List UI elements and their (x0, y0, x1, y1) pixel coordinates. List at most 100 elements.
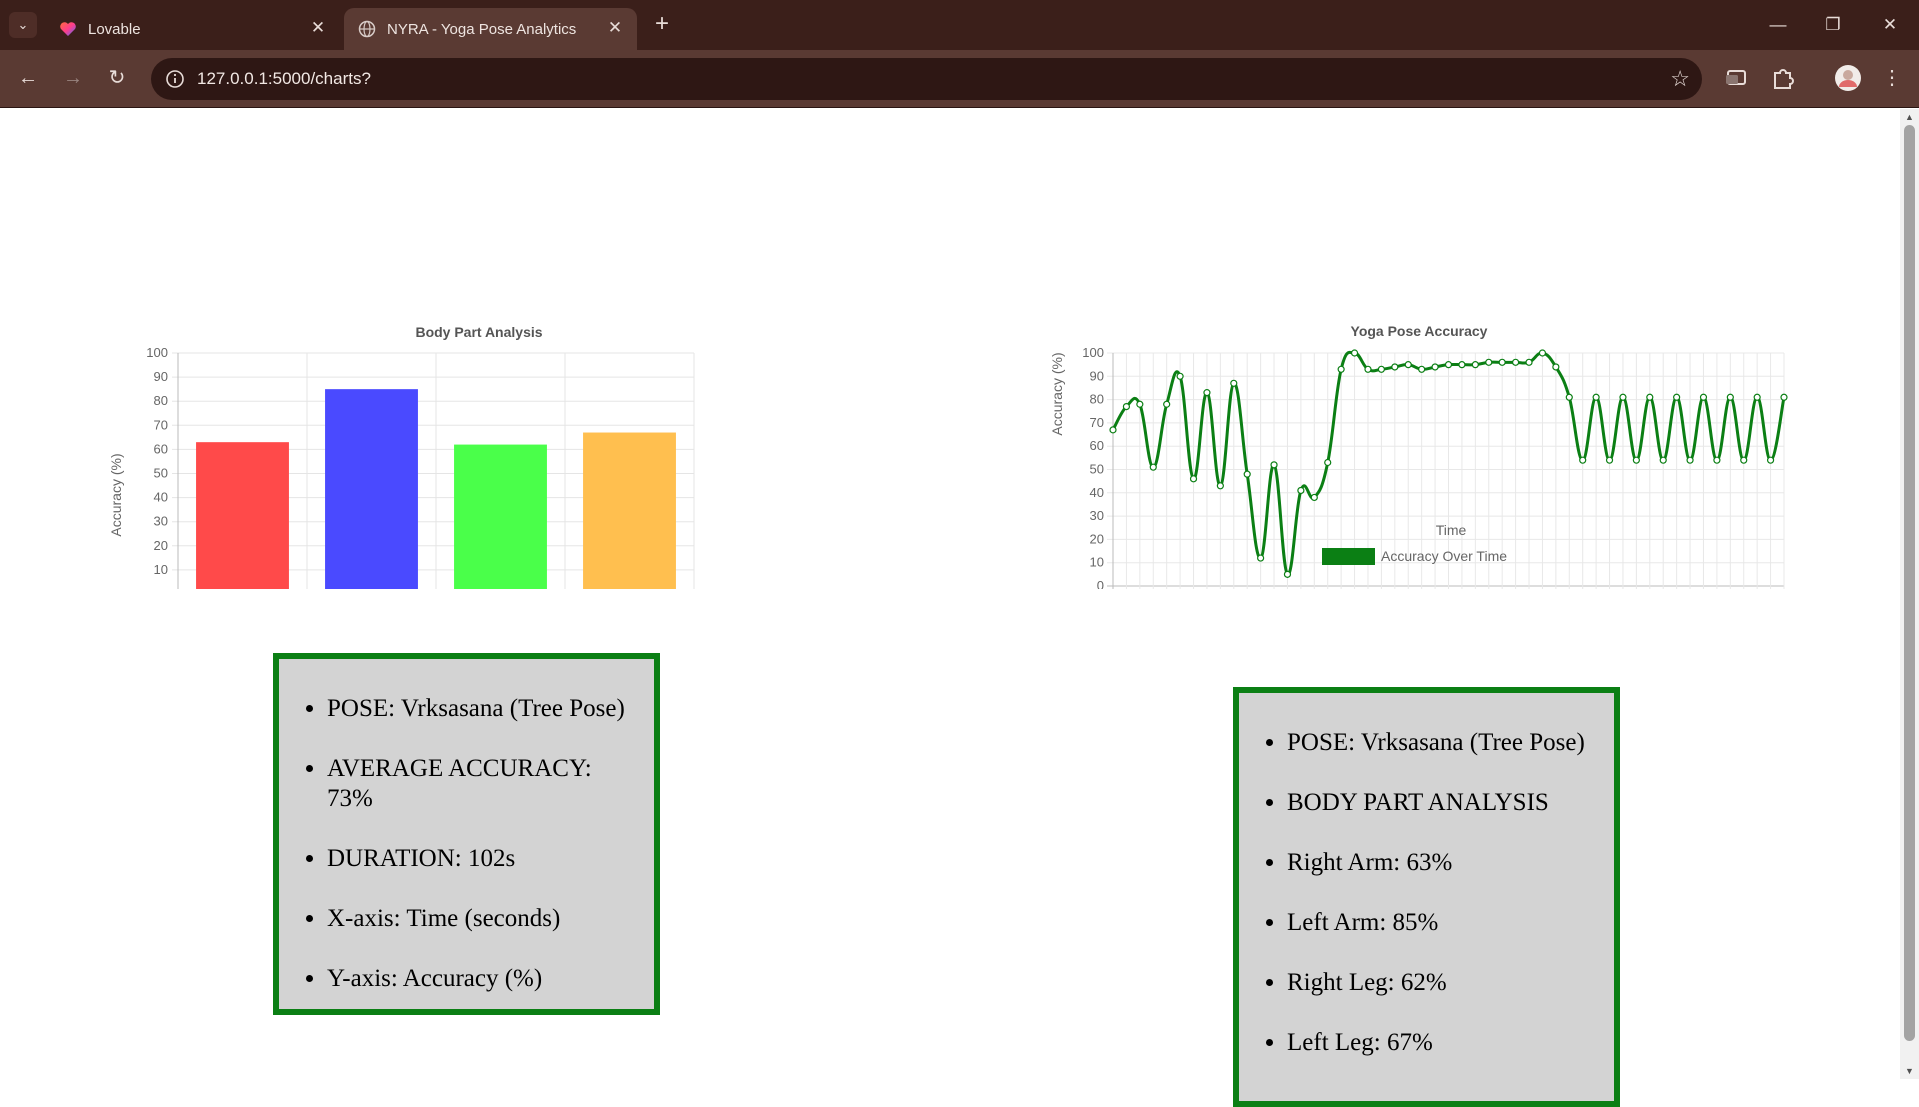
data-point[interactable] (1592, 393, 1600, 401)
legend-label[interactable]: Accuracy Over Time (1381, 548, 1507, 564)
data-point[interactable] (1471, 361, 1479, 369)
x-axis-label: Time (1436, 522, 1467, 538)
data-point[interactable] (1538, 349, 1547, 357)
close-icon[interactable]: ✕ (308, 18, 328, 38)
y-tick-label: 40 (154, 490, 168, 505)
data-point[interactable] (1109, 426, 1117, 434)
data-point[interactable] (1726, 393, 1734, 401)
data-point[interactable] (1189, 475, 1198, 483)
data-point[interactable] (1337, 365, 1345, 373)
data-point[interactable] (1780, 393, 1788, 401)
cast-icon[interactable] (1720, 62, 1752, 94)
data-point[interactable] (1579, 456, 1587, 464)
browser-toolbar: ← → ↻ 127.0.0.1:5000/charts? ☆ ⋮ (0, 50, 1919, 108)
data-point[interactable] (1686, 456, 1694, 464)
data-point[interactable] (1391, 363, 1399, 371)
page-content: Body Part Analysis 0 10 20 30 40 50 60 70 80 90 10… (0, 109, 1900, 1107)
data-point[interactable] (1122, 402, 1131, 411)
data-point[interactable] (1203, 389, 1211, 397)
restore-icon[interactable]: ❐ (1815, 10, 1851, 40)
y-axis-label: Accuracy (%) (1049, 352, 1065, 435)
data-point[interactable] (1673, 393, 1681, 401)
data-point[interactable] (1418, 365, 1426, 373)
chart-title: Yoga Pose Accuracy (1351, 323, 1488, 339)
new-tab-button[interactable]: + (648, 12, 676, 38)
tab-search-button[interactable]: ⌄ (9, 12, 37, 38)
data-point[interactable] (1458, 361, 1466, 369)
data-point[interactable] (1257, 554, 1265, 562)
back-arrow-icon[interactable]: ← (12, 62, 44, 94)
y-tick-label: 60 (154, 441, 168, 456)
menu-kebab-icon[interactable]: ⋮ (1876, 62, 1908, 94)
bar[interactable] (583, 432, 676, 589)
data-point[interactable] (1498, 358, 1506, 366)
data-point[interactable] (1632, 456, 1640, 464)
data-point[interactable] (1699, 393, 1708, 401)
pose-summary-box: POSE: Vrksasana (Tree Pose) AVERAGE ACCUR… (273, 653, 660, 1015)
data-point[interactable] (1766, 456, 1775, 464)
scroll-thumb[interactable] (1904, 125, 1915, 1041)
data-point[interactable] (1364, 365, 1372, 373)
scroll-up-icon[interactable]: ▲ (1904, 112, 1915, 122)
data-point[interactable] (1713, 456, 1721, 464)
tab-lovable[interactable]: Lovable ✕ (45, 8, 340, 50)
body-part-summary-list: POSE: Vrksasana (Tree Pose) BODY PART ANA… (1239, 728, 1614, 1058)
data-point[interactable] (1605, 456, 1614, 464)
extensions-icon[interactable] (1766, 62, 1798, 94)
summary-item: POSE: Vrksasana (Tree Pose) (1287, 728, 1600, 758)
y-tick-label: 90 (1090, 368, 1104, 383)
data-point[interactable] (1230, 379, 1238, 387)
data-point[interactable] (1753, 393, 1761, 401)
data-point[interactable] (1310, 493, 1318, 502)
data-point[interactable] (1619, 393, 1627, 401)
bar[interactable] (196, 442, 289, 589)
bar[interactable] (325, 389, 418, 589)
data-point[interactable] (1163, 400, 1171, 408)
window-close-icon[interactable]: ✕ (1872, 10, 1908, 40)
tab-nyra[interactable]: NYRA - Yoga Pose Analytics ✕ (344, 8, 637, 50)
data-point[interactable] (1350, 349, 1359, 357)
accuracy-line-chart: Yoga Pose Accuracy 0 10 20 30 40 50 60 70 80 90 10… (1049, 323, 1788, 589)
data-point[interactable] (1136, 400, 1144, 408)
data-point[interactable] (1283, 570, 1292, 578)
data-point[interactable] (1324, 458, 1332, 467)
data-point[interactable] (1525, 358, 1533, 366)
y-axis-ticks: 0 10 20 30 40 50 60 70 80 90 100 (146, 345, 168, 589)
data-point[interactable] (1444, 361, 1453, 369)
y-tick-label: 30 (154, 514, 168, 529)
data-point[interactable] (1646, 393, 1654, 401)
avatar[interactable] (1832, 62, 1864, 94)
y-tick-label: 80 (1090, 392, 1104, 407)
site-info-icon[interactable] (165, 69, 185, 89)
data-point[interactable] (1270, 461, 1278, 469)
data-point[interactable] (1552, 363, 1560, 371)
data-point[interactable] (1740, 456, 1748, 464)
data-point[interactable] (1216, 482, 1224, 490)
reload-icon[interactable]: ↻ (101, 62, 133, 94)
data-point[interactable] (1512, 358, 1520, 366)
scroll-down-icon[interactable]: ▼ (1904, 1066, 1915, 1076)
close-icon[interactable]: ✕ (605, 18, 625, 38)
vertical-scrollbar[interactable]: ▲ ▼ (1900, 109, 1919, 1079)
data-point[interactable] (1176, 372, 1184, 380)
data-point[interactable] (1377, 365, 1385, 373)
forward-arrow-icon[interactable]: → (57, 62, 89, 94)
data-point[interactable] (1485, 358, 1493, 366)
data-point[interactable] (1297, 486, 1305, 495)
data-point[interactable] (1659, 456, 1667, 464)
pose-summary-list: POSE: Vrksasana (Tree Pose) AVERAGE ACCUR… (279, 694, 654, 994)
y-tick-label: 30 (1090, 508, 1104, 523)
summary-item: Right Leg: 62% (1287, 968, 1600, 998)
y-tick-label: 40 (1090, 485, 1104, 500)
bar[interactable] (454, 444, 547, 589)
data-point[interactable] (1431, 363, 1439, 371)
minimize-icon[interactable]: — (1760, 10, 1796, 40)
bookmark-star-icon[interactable]: ☆ (1670, 66, 1690, 92)
y-tick-label: 90 (154, 369, 168, 384)
data-point[interactable] (1404, 361, 1412, 369)
data-point[interactable] (1149, 463, 1157, 471)
data-point[interactable] (1243, 470, 1251, 478)
address-bar[interactable]: 127.0.0.1:5000/charts? ☆ (151, 58, 1702, 100)
data-point[interactable] (1565, 393, 1573, 401)
legend-swatch[interactable] (1322, 548, 1375, 565)
